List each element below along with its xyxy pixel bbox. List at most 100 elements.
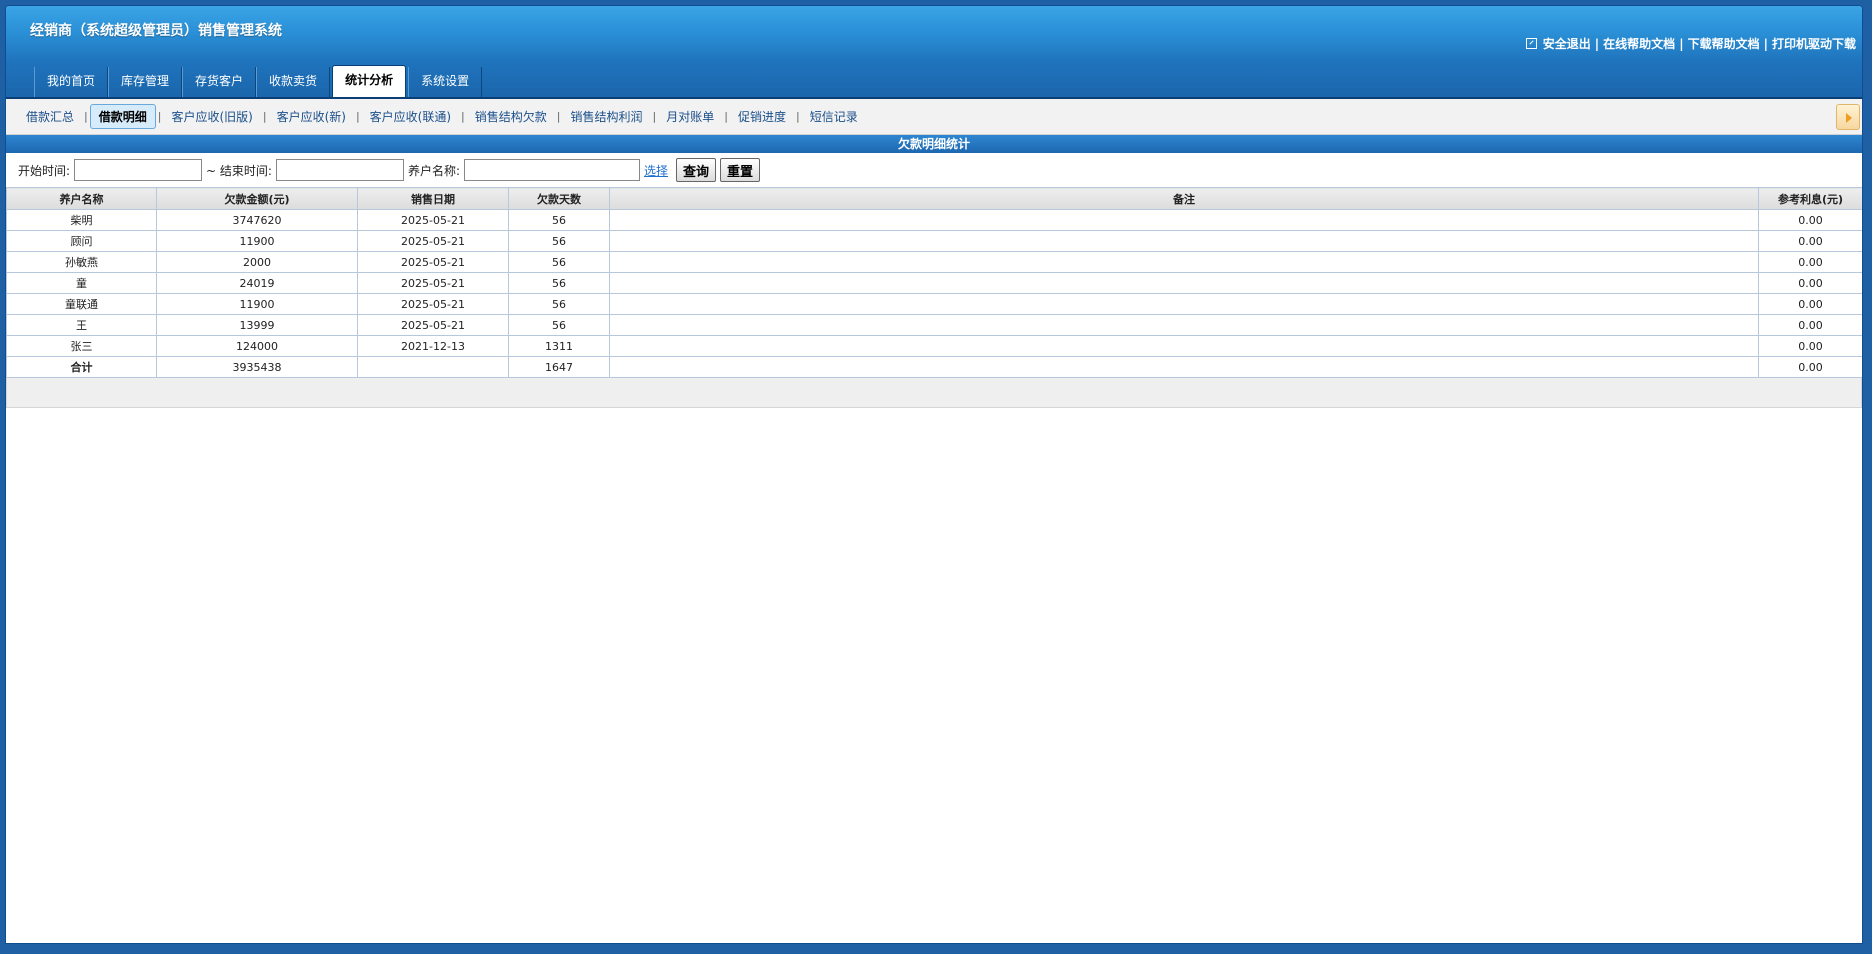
cell-debt-days: 56 [508, 251, 610, 273]
cell-debt-amount: 24019 [156, 272, 358, 294]
table-row[interactable]: 柴明 3747620 2025-05-21 56 0.00 [6, 209, 1862, 231]
col-debt-amount[interactable]: 欠款金额(元) [156, 187, 358, 210]
subtab-promotion[interactable]: 促销进度 [730, 105, 794, 128]
start-time-label: 开始时间: [18, 163, 71, 178]
tab-settings[interactable]: 系统设置 [408, 67, 483, 97]
table-row[interactable]: 童联通 11900 2025-05-21 56 0.00 [6, 293, 1862, 315]
tab-stock-customers[interactable]: 存货客户 [182, 67, 257, 97]
total-debt-days: 1647 [508, 356, 610, 378]
farmer-name-input[interactable] [464, 159, 641, 181]
cell-farmer-name: 童联通 [6, 293, 157, 315]
table-row[interactable]: 童 24019 2025-05-21 56 0.00 [6, 272, 1862, 294]
total-sale-date [357, 356, 509, 378]
subtab-loan-detail[interactable]: 借款明细 [89, 104, 156, 129]
end-time-label: ~ 结束时间: [206, 163, 272, 178]
table-row[interactable]: 孙敏燕 2000 2025-05-21 56 0.00 [6, 251, 1862, 273]
section-title: 欠款明细统计 [6, 135, 1862, 153]
sub-separator: | [652, 110, 657, 123]
table-header-row: 养户名称 欠款金额(元) 销售日期 欠款天数 备注 参考利息(元) [6, 187, 1862, 210]
sub-separator: | [84, 110, 88, 123]
cell-interest: 0.00 [1758, 209, 1862, 231]
cell-remark [609, 230, 1759, 252]
total-debt-amount: 3935438 [156, 356, 358, 378]
sub-separator: | [355, 110, 360, 123]
logout-link[interactable]: 安全退出 [1543, 35, 1591, 52]
separator: | [1594, 36, 1600, 51]
cell-sale-date: 2025-05-21 [357, 293, 509, 315]
cell-sale-date: 2025-05-21 [357, 209, 509, 231]
cell-remark [609, 335, 1759, 357]
sub-separator: | [157, 110, 162, 123]
tab-home[interactable]: 我的首页 [34, 67, 109, 97]
sub-separator: | [724, 110, 728, 123]
cell-debt-days: 56 [508, 209, 610, 231]
cell-debt-amount: 124000 [156, 335, 358, 357]
app-window: 经销商（系统超级管理员）销售管理系统 安全退出 | 在线帮助文档 | 下载帮助文… [5, 5, 1863, 944]
debt-detail-table: 养户名称 欠款金额(元) 销售日期 欠款天数 备注 参考利息(元) 柴明 374… [6, 187, 1862, 378]
tab-inventory[interactable]: 库存管理 [108, 67, 183, 97]
total-label: 合计 [6, 356, 157, 378]
choose-link[interactable]: 选择 [644, 162, 668, 179]
col-sale-date[interactable]: 销售日期 [357, 187, 509, 210]
cell-farmer-name: 柴明 [6, 209, 157, 231]
col-debt-days[interactable]: 欠款天数 [508, 187, 610, 210]
cell-debt-amount: 13999 [156, 314, 358, 336]
cell-sale-date: 2025-05-21 [357, 251, 509, 273]
col-remark[interactable]: 备注 [609, 187, 1759, 210]
sub-separator: | [262, 110, 267, 123]
subtab-receivable-new[interactable]: 客户应收(新) [269, 105, 354, 128]
download-help-link[interactable]: 下载帮助文档 [1688, 35, 1760, 52]
start-time-input[interactable] [74, 159, 203, 181]
subtab-monthly-statement[interactable]: 月对账单 [658, 105, 722, 128]
sub-separator: | [556, 110, 561, 123]
scroll-right-icon[interactable] [1836, 104, 1860, 130]
col-farmer-name[interactable]: 养户名称 [6, 187, 157, 210]
table-footer-bar [6, 378, 1862, 408]
cell-debt-days: 56 [508, 314, 610, 336]
subtab-sms-log[interactable]: 短信记录 [802, 105, 866, 128]
cell-remark [609, 209, 1759, 231]
logout-icon[interactable] [1525, 38, 1537, 49]
cell-interest: 0.00 [1758, 272, 1862, 294]
top-links: 安全退出 | 在线帮助文档 | 下载帮助文档 | 打印机驱动下载 [1525, 35, 1856, 52]
separator: | [1763, 36, 1768, 51]
table-row[interactable]: 王 13999 2025-05-21 56 0.00 [6, 314, 1862, 336]
cell-sale-date: 2021-12-13 [357, 335, 509, 357]
query-button[interactable]: 查询 [676, 158, 717, 182]
cell-interest: 0.00 [1758, 251, 1862, 273]
reset-button[interactable]: 重置 [720, 158, 761, 182]
sub-nav: 借款汇总 | 借款明细 | 客户应收(旧版) | 客户应收(新) | 客户应收(… [6, 99, 1862, 135]
cell-farmer-name: 张三 [6, 335, 157, 357]
app-title: 经销商（系统超级管理员）销售管理系统 [30, 23, 282, 39]
cell-sale-date: 2025-05-21 [357, 230, 509, 252]
subtab-sales-debt[interactable]: 销售结构欠款 [467, 105, 555, 128]
cell-sale-date: 2025-05-21 [357, 314, 509, 336]
subtab-sales-profit[interactable]: 销售结构利润 [562, 105, 650, 128]
tab-sales[interactable]: 收款卖货 [256, 67, 331, 97]
table-row[interactable]: 张三 124000 2021-12-13 1311 0.00 [6, 335, 1862, 357]
cell-debt-amount: 3747620 [156, 209, 358, 231]
filter-bar: 开始时间: ~ 结束时间: 养户名称: 选择 查询 重置 [6, 153, 1862, 187]
cell-debt-amount: 11900 [156, 293, 358, 315]
cell-remark [609, 272, 1759, 294]
cell-debt-amount: 11900 [156, 230, 358, 252]
cell-debt-amount: 2000 [156, 251, 358, 273]
printer-driver-link[interactable]: 打印机驱动下载 [1772, 35, 1856, 52]
subtab-receivable-old[interactable]: 客户应收(旧版) [163, 105, 260, 128]
cell-farmer-name: 童 [6, 272, 157, 294]
cell-interest: 0.00 [1758, 230, 1862, 252]
cell-debt-days: 56 [508, 230, 610, 252]
online-help-link[interactable]: 在线帮助文档 [1603, 35, 1675, 52]
col-interest[interactable]: 参考利息(元) [1758, 187, 1862, 210]
cell-remark [609, 251, 1759, 273]
sub-separator: | [795, 110, 800, 123]
cell-debt-days: 1311 [508, 335, 610, 357]
cell-farmer-name: 孙敏燕 [6, 251, 157, 273]
cell-interest: 0.00 [1758, 314, 1862, 336]
end-time-input[interactable] [275, 159, 404, 181]
subtab-loan-summary[interactable]: 借款汇总 [18, 105, 82, 128]
total-remark [609, 356, 1759, 378]
subtab-receivable-unicom[interactable]: 客户应收(联通) [362, 105, 459, 128]
tab-statistics[interactable]: 统计分析 [332, 65, 407, 97]
table-row[interactable]: 顾问 11900 2025-05-21 56 0.00 [6, 230, 1862, 252]
